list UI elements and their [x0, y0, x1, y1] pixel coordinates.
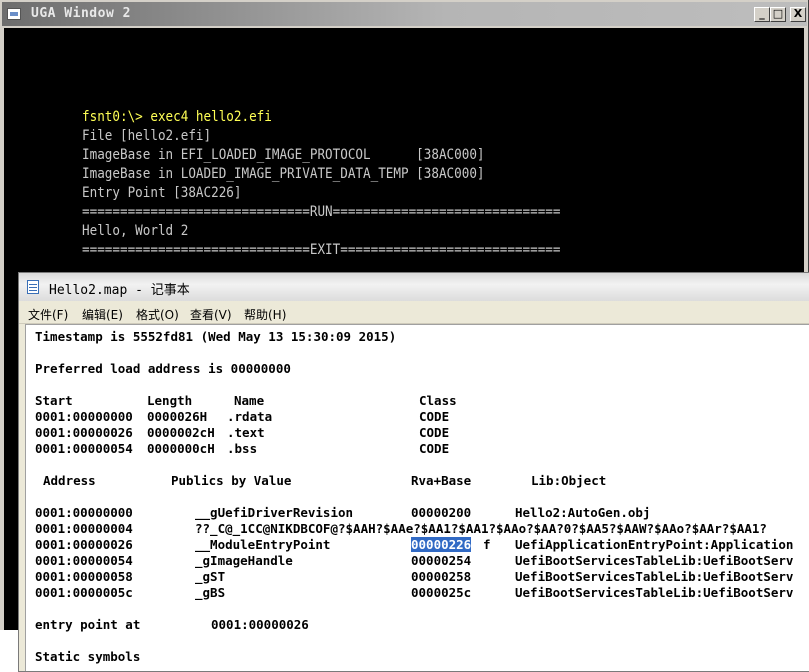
section-length: 0000002cH — [147, 425, 215, 440]
public-lib: UefiBootServicesTableLib:UefiBootServ — [515, 585, 794, 600]
notepad-window: Hello2.map - 记事本 文件(F) 编辑(E) 格式(O) 查看(V)… — [18, 272, 809, 672]
close-button[interactable]: X — [790, 7, 806, 22]
console-imagebase-private: ImageBase in LOADED_IMAGE_PRIVATE_DATA_T… — [82, 166, 485, 182]
col-start-header: Start — [35, 393, 73, 408]
public-rva: 00000258 — [411, 569, 472, 584]
console-prompt: fsnt0:\> exec4 hello2.efi — [82, 109, 272, 125]
col-lib-header: Lib:Object — [531, 473, 607, 488]
section-length: 0000000cH — [147, 441, 215, 456]
uga-window-title: UGA Window 2 — [31, 6, 131, 21]
public-address: 0001:00000026 — [35, 537, 133, 552]
menu-edit[interactable]: 编辑(E) — [82, 306, 123, 323]
public-flag: f — [483, 537, 491, 552]
public-rva: 00000200 — [411, 505, 472, 520]
public-name: __ModuleEntryPoint — [195, 537, 331, 552]
menu-file[interactable]: 文件(F) — [28, 306, 68, 323]
notepad-title-bar[interactable]: Hello2.map - 记事本 — [19, 273, 809, 301]
public-rva: 0000025c — [411, 585, 472, 600]
section-name: .bss — [227, 441, 258, 456]
section-length: 0000026H — [147, 409, 208, 424]
maximize-button[interactable]: □ — [770, 7, 786, 22]
public-name: _gBS — [195, 585, 226, 600]
public-address: 0001:00000058 — [35, 569, 133, 584]
section-class: CODE — [419, 441, 450, 456]
public-lib: UefiBootServicesTableLib:UefiBootServ — [515, 553, 794, 568]
selected-rva-text[interactable]: 00000226 — [411, 537, 472, 552]
menu-help[interactable]: 帮助(H) — [244, 306, 286, 323]
text-editor[interactable]: Timestamp is 5552fd81 (Wed May 13 15:30:… — [25, 324, 809, 671]
col-rva-header: Rva+Base — [411, 473, 472, 488]
section-name: .text — [227, 425, 265, 440]
uga-title-bar[interactable]: UGA Window 2 _ □ X — [2, 2, 807, 26]
window-icon — [7, 8, 21, 20]
public-lib: Hello2:AutoGen.obj — [515, 505, 651, 520]
public-address: 0001:00000004 — [35, 521, 133, 536]
public-lib: UefiApplicationEntryPoint:Application — [515, 537, 794, 552]
menu-format[interactable]: 格式(O) — [136, 306, 179, 323]
section-start: 0001:00000054 — [35, 441, 133, 456]
public-name: _gST — [195, 569, 226, 584]
col-class-header: Class — [419, 393, 457, 408]
public-name: __gUefiDriverRevision — [195, 505, 354, 520]
col-publics-header: Publics by Value — [171, 473, 292, 488]
entry-point-label: entry point at — [35, 617, 141, 632]
section-class: CODE — [419, 425, 450, 440]
menu-view[interactable]: 查看(V) — [190, 306, 232, 323]
entry-point-value: 0001:00000026 — [211, 617, 309, 632]
public-rva: 00000254 — [411, 553, 472, 568]
section-name: .rdata — [227, 409, 273, 424]
minimize-button[interactable]: _ — [754, 7, 770, 22]
notepad-icon — [27, 280, 39, 294]
menu-bar: 文件(F) 编辑(E) 格式(O) 查看(V) 帮助(H) — [19, 301, 809, 324]
console-hello: Hello, World 2 — [82, 223, 189, 239]
public-address: 0001:00000054 — [35, 553, 133, 568]
public-name: _gImageHandle — [195, 553, 293, 568]
console-run-separator: ==============================RUN=======… — [82, 204, 561, 220]
public-address: 0001:0000005c — [35, 585, 133, 600]
console-entry-point: Entry Point [38AC226] — [82, 185, 242, 201]
col-address-header: Address — [43, 473, 96, 488]
section-start: 0001:00000000 — [35, 409, 133, 424]
preferred-address-line: Preferred load address is 00000000 — [35, 361, 291, 376]
public-address: 0001:00000000 — [35, 505, 133, 520]
console-imagebase-protocol: ImageBase in EFI_LOADED_IMAGE_PROTOCOL [… — [82, 147, 485, 163]
console-exit-separator: ==============================EXIT======… — [82, 242, 561, 258]
console-file-line: File [hello2.efi] — [82, 128, 212, 144]
col-length-header: Length — [147, 393, 193, 408]
public-name: ??_C@_1CC@NIKDBCOF@?$AAH?$AAe?$AA1?$AA1?… — [195, 521, 767, 536]
timestamp-line: Timestamp is 5552fd81 (Wed May 13 15:30:… — [35, 329, 397, 344]
static-symbols-line: Static symbols — [35, 649, 141, 664]
section-start: 0001:00000026 — [35, 425, 133, 440]
col-name-header: Name — [234, 393, 265, 408]
notepad-window-title: Hello2.map - 记事本 — [49, 283, 190, 298]
public-lib: UefiBootServicesTableLib:UefiBootServ — [515, 569, 794, 584]
section-class: CODE — [419, 409, 450, 424]
